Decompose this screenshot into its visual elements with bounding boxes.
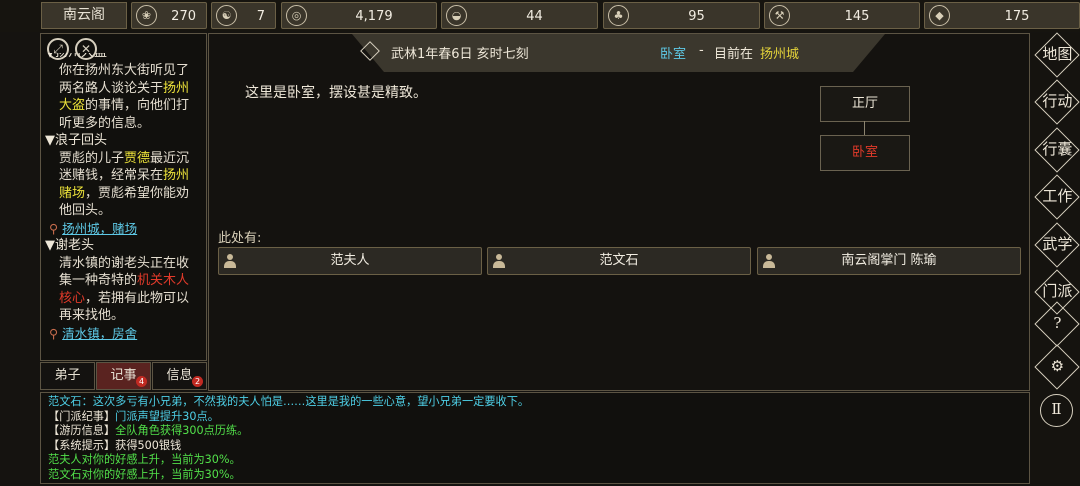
- gear-icon: ⚙: [1050, 357, 1065, 376]
- resource-value: 95: [688, 9, 705, 24]
- pause-button[interactable]: Ⅱ: [1040, 394, 1073, 427]
- npc-button[interactable]: 范文石: [487, 247, 751, 275]
- npc-button[interactable]: 南云阁掌门 陈瑜: [757, 247, 1021, 275]
- game-date: 武林1年春6日 亥时七刻: [391, 47, 529, 62]
- resource-copper[interactable]: ◎ 4,179: [281, 2, 437, 29]
- coin-bag-icon: ❀: [136, 5, 157, 26]
- tab-journal[interactable]: 记事 4: [96, 362, 151, 390]
- npc-button[interactable]: 范夫人: [218, 247, 482, 275]
- resource-ore[interactable]: ◆ 175: [924, 2, 1080, 29]
- help-icon: ?: [1053, 314, 1062, 333]
- tab-messages[interactable]: 信息 2: [152, 362, 207, 390]
- location-panel: 武林1年春6日 亥时七刻 卧室 - 目前在 扬州城 这里是卧室，摆设甚是精致。 …: [208, 33, 1030, 391]
- person-icon: [224, 254, 236, 268]
- map-connector: [864, 121, 865, 135]
- wood-icon: ⚒: [769, 5, 790, 26]
- present-label: 此处有:: [218, 231, 262, 246]
- person-icon: [493, 254, 505, 268]
- resource-gold[interactable]: ❀ 270: [131, 2, 207, 29]
- log-line: 【门派纪事】门派声望提升30点。: [48, 409, 219, 423]
- person-icon: [763, 254, 775, 268]
- location-pin-icon: ⚲: [49, 325, 59, 341]
- resource-value: 4,179: [355, 9, 393, 24]
- resource-value: 145: [844, 9, 870, 24]
- notification-badge: 2: [192, 376, 203, 387]
- resource-value: 7: [256, 9, 265, 24]
- quest-body: 清水镇的谢老头正在收 集一种奇特的机关木人 核心，若拥有此物可以 再来找他。: [59, 255, 190, 324]
- room-description: 这里是卧室，摆设甚是精致。: [245, 85, 427, 101]
- quest-title[interactable]: ▼谢老头: [45, 237, 205, 255]
- quest-list[interactable]: ▼扬州大盗 你在扬州东大街听见了 两名路人谈论关于扬州 大盗的事情，向他们打 听…: [45, 53, 205, 343]
- resource-taiji[interactable]: ☯ 7: [211, 2, 276, 29]
- map-room-current[interactable]: 卧室: [820, 135, 910, 171]
- sect-name-button[interactable]: 南云阁: [41, 2, 127, 29]
- settings-button[interactable]: ⚙: [1034, 344, 1080, 390]
- work-button[interactable]: 工作: [1034, 174, 1080, 220]
- map-button[interactable]: 地图: [1034, 32, 1080, 78]
- log-line: 【系统提示】获得500银钱: [48, 438, 182, 452]
- yin-yang-icon: ☯: [216, 5, 237, 26]
- message-log[interactable]: 范文石：这次多亏有小兄弟，不然我的夫人怕是……这里是我的一些心意，望小兄弟一定要…: [40, 392, 1030, 484]
- left-tab-bar: 弟子 记事 4 信息 2: [40, 362, 207, 390]
- notification-badge: 4: [136, 376, 147, 387]
- log-line: 范夫人对你的好感上升，当前为30%。: [48, 453, 241, 466]
- resource-wood[interactable]: ⚒ 145: [764, 2, 920, 29]
- location-pin-icon: ⚲: [49, 220, 59, 236]
- quest-body: 贾彪的儿子贾德最近沉 迷赌钱，经常呆在扬州 赌场，贾彪希望你能劝 他回头。: [59, 150, 190, 219]
- resource-herb[interactable]: ♣ 95: [603, 2, 760, 29]
- quest-panel: ⤢✕ ▼扬州大盗 你在扬州东大街听见了 两名路人谈论关于扬州 大盗的事情，向他们…: [40, 33, 207, 361]
- martial-arts-button[interactable]: 武学: [1034, 222, 1080, 268]
- quest-title[interactable]: ▼浪子回头: [45, 132, 205, 150]
- log-line: 【游历信息】全队角色获得300点历练。: [48, 424, 249, 437]
- resource-value: 175: [1004, 9, 1030, 24]
- current-location-label: 目前在: [714, 47, 754, 62]
- right-sidebar: 地图 行动 行囊 工作 武学 门派 ? ⚙ Ⅱ: [1031, 32, 1080, 486]
- quest-location-link[interactable]: ⚲ 扬州城，赌场: [45, 220, 205, 238]
- tab-disciples[interactable]: 弟子: [40, 362, 95, 390]
- pause-icon: Ⅱ: [1051, 400, 1062, 418]
- quest-body: 你在扬州东大街听见了 两名路人谈论关于扬州 大盗的事情，向他们打 听更多的信息。: [59, 63, 190, 131]
- log-line: 范文石对你的好感上升，当前为30%。: [48, 467, 241, 481]
- inventory-button[interactable]: 行囊: [1034, 127, 1080, 173]
- log-line: 范文石：这次多亏有小兄弟，不然我的夫人怕是……这里是我的一些心意，望小兄弟一定要…: [48, 395, 530, 408]
- map-room-north[interactable]: 正厅: [820, 86, 910, 122]
- quest-location-link[interactable]: ⚲ 清水镇，房舍: [45, 325, 205, 343]
- copper-coin-icon: ◎: [286, 5, 307, 26]
- current-city: 扬州城: [760, 47, 800, 62]
- help-button[interactable]: ?: [1034, 301, 1080, 347]
- resource-value: 44: [526, 9, 543, 24]
- herb-icon: ♣: [608, 5, 629, 26]
- action-button[interactable]: 行动: [1034, 79, 1080, 125]
- quest-title-partial: ▼扬州大盗: [45, 53, 205, 62]
- resource-value: 270: [171, 9, 196, 24]
- rice-bowl-icon: ◒: [446, 5, 467, 26]
- ore-icon: ◆: [929, 5, 950, 26]
- resource-food[interactable]: ◒ 44: [441, 2, 598, 29]
- top-resource-bar: 南云阁 ❀ 270 ☯ 7 ◎ 4,179 ◒ 44 ♣ 95 ⚒ 145 ◆ …: [0, 0, 1080, 32]
- current-room: 卧室: [660, 47, 687, 62]
- banner-separator: -: [699, 43, 704, 58]
